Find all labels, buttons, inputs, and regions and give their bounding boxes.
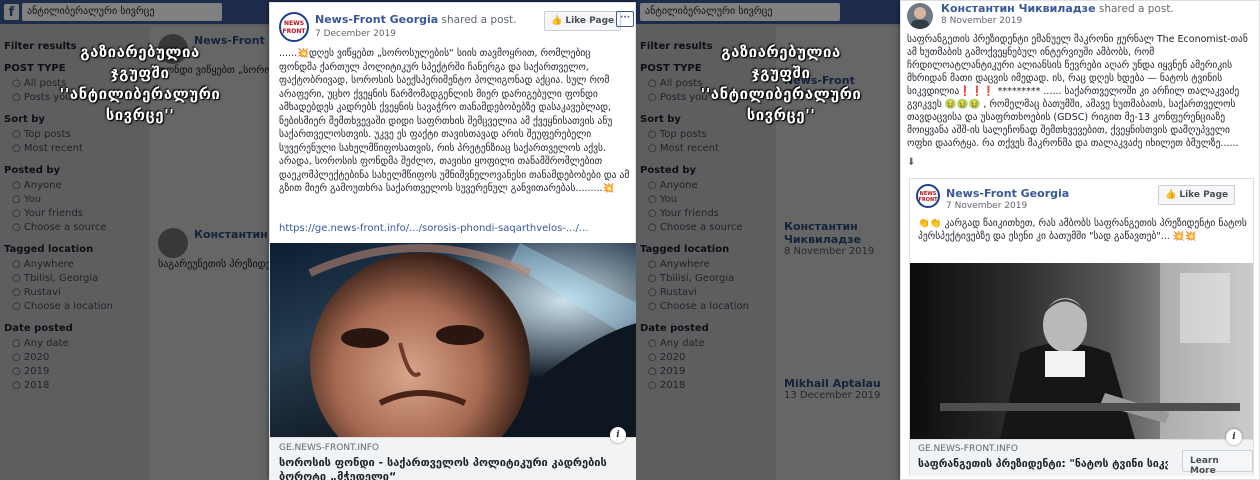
filter-option[interactable]: ○ Choose a source — [648, 222, 780, 233]
overlay-caption: გაზიარებულია ჯგუფში ''ანტილიბერალური სივ… — [656, 42, 906, 126]
filter-option[interactable]: ○ You — [648, 194, 780, 205]
filter-option[interactable]: ○ 2020 — [648, 352, 780, 363]
post-date[interactable]: 7 December 2019 — [315, 29, 396, 39]
right-panel: ანტილიბერალური სივრცე Filter results POST… — [636, 0, 1260, 480]
filter-option[interactable]: ○ Any date — [12, 338, 144, 349]
filter-section-heading: Posted by — [4, 165, 61, 176]
filter-option[interactable]: ○ Anywhere — [648, 259, 780, 270]
overlay-line: სივრცე'' — [105, 106, 175, 124]
overlay-caption: გაზიარებულია ჯგუფში ''ანტილიბერალური სივ… — [20, 42, 260, 126]
filter-option[interactable]: ○ Anyone — [12, 180, 144, 191]
overlay-line: ჯგუფში — [110, 64, 170, 82]
filter-section-heading: Tagged location — [4, 244, 94, 255]
link-preview-image[interactable] — [910, 263, 1253, 439]
filter-option[interactable]: ○ 2020 — [12, 352, 144, 363]
like-page-label: Like Page — [1179, 190, 1229, 200]
filter-option[interactable]: ○ You — [12, 194, 144, 205]
filter-option[interactable]: ○ Choose a location — [648, 301, 780, 312]
see-more-icon[interactable]: ⬇ — [907, 157, 915, 168]
overlay-line: ჯგუფში — [751, 64, 811, 82]
overlay-line: გაზიარებულია — [721, 43, 841, 61]
feed-post: Mikhail Aptalau 13 December 2019 — [784, 377, 898, 401]
filter-option[interactable]: ○ Rustavi — [648, 287, 780, 298]
filter-section-heading: Tagged location — [640, 244, 730, 255]
info-icon[interactable]: i — [1226, 429, 1242, 445]
like-page-label: Like Page — [565, 16, 615, 26]
post-action: shared a post. — [441, 14, 517, 26]
person-icon — [911, 7, 929, 29]
filter-option[interactable]: ○ Choose a source — [12, 222, 144, 233]
filter-option[interactable]: ○ Anyone — [648, 180, 780, 191]
author-name-link[interactable]: Константин Чиквиладзе — [941, 2, 1096, 15]
filter-option[interactable]: ○ Most recent — [12, 143, 144, 154]
post-action: shared a post. — [1098, 3, 1174, 15]
filter-option[interactable]: ○ 2019 — [12, 366, 144, 377]
thumbs-up-icon: 👍 — [551, 16, 566, 26]
post-text: საფრანგეთის პრეზიდენტი ემანუელ მაკრონი ჟ… — [907, 34, 1248, 149]
filter-option[interactable]: ○ Top posts — [648, 129, 780, 140]
filter-option[interactable]: ○ 2018 — [12, 380, 144, 391]
overlay-line: სივრცე'' — [746, 106, 816, 124]
feed-post-author[interactable]: Mikhail Aptalau — [784, 377, 898, 390]
overlay-line: ''ანტილიბერალური — [59, 85, 221, 103]
shared-post-text: 👏👏 კარგად წაიკითხეთ, რას ამბობს საფრანგე… — [918, 218, 1247, 242]
link-domain: GE.NEWS-FRONT.INFO — [279, 443, 379, 453]
link-title[interactable]: საფრანგეთის პრეზიდენტი: "ნატოს ტვინი სიკ… — [918, 457, 1168, 471]
learn-more-button[interactable]: Learn More — [1182, 450, 1253, 476]
link-title[interactable]: სოროსის ფონდი - საქართველოს პოლიტიკური კ… — [279, 456, 628, 480]
filter-option[interactable]: ○ Most recent — [648, 143, 780, 154]
post-link[interactable]: https://ge.news-front.info/.../sorosis-p… — [279, 223, 588, 234]
post-header: Константин Чиквиладзе shared a post. — [941, 2, 1174, 15]
photo-man-at-desk — [940, 263, 1253, 439]
filter-option[interactable]: ○ Rustavi — [12, 287, 144, 298]
avatar — [158, 228, 188, 258]
search-input[interactable]: ანტილიბერალური სივრცე — [22, 3, 222, 21]
facebook-logo-icon[interactable]: f — [4, 4, 19, 20]
filter-option[interactable]: ○ Your friends — [12, 208, 144, 219]
post-date[interactable]: 8 November 2019 — [941, 16, 1022, 26]
feed-post-date: 13 December 2019 — [784, 390, 881, 401]
filter-section-heading: Posted by — [640, 165, 697, 176]
shared-post-date[interactable]: 7 November 2019 — [946, 201, 1027, 211]
filter-option[interactable]: ○ Any date — [648, 338, 780, 349]
feed-post-date: 8 November 2019 — [784, 246, 875, 257]
filter-option[interactable]: ○ Your friends — [648, 208, 780, 219]
like-page-button[interactable]: 👍 Like Page — [1158, 185, 1236, 205]
shared-post-card: Константин Чиквиладзе shared a post. 8 N… — [900, 0, 1260, 480]
info-icon[interactable]: i — [610, 427, 626, 443]
like-page-button[interactable]: 👍 Like Page — [544, 11, 622, 31]
search-input[interactable]: ანტილიბერალური სივრცე — [640, 3, 840, 21]
news-front-logo[interactable]: NEWS FRONT — [279, 12, 309, 42]
filter-option[interactable]: ○ 2019 — [648, 366, 780, 377]
left-panel: f ანტილიბერალური სივრცე Filter results PO… — [0, 0, 636, 480]
feed-post: Константин Чиквиладзе 8 November 2019 — [784, 220, 898, 257]
filter-section-heading: Date posted — [4, 323, 73, 334]
filter-option[interactable]: ○ Choose a location — [12, 301, 144, 312]
avatar[interactable] — [907, 3, 933, 29]
filter-option[interactable]: ○ Tbilisi, Georgia — [648, 273, 780, 284]
page-name-link[interactable]: News-Front Georgia — [946, 187, 1069, 200]
overlay-line: ''ანტილიბერალური — [700, 85, 862, 103]
thumbs-up-icon: 👍 — [1165, 190, 1180, 200]
filter-option[interactable]: ○ Anywhere — [12, 259, 144, 270]
feed-post-author[interactable]: Константин Чиквиладзе — [784, 220, 898, 246]
overlay-line: გაზიარებულია — [80, 43, 200, 61]
filter-section-heading: Date posted — [640, 323, 709, 334]
embedded-shared-post: NEWS FRONT News-Front Georgia 7 November… — [909, 178, 1254, 476]
link-preview-image[interactable] — [270, 243, 636, 437]
post-header: News-Front Georgia shared a post. — [315, 13, 516, 26]
shared-post-card: NEWS FRONT News-Front Georgia shared a p… — [269, 2, 636, 480]
filter-option[interactable]: ○ Tbilisi, Georgia — [12, 273, 144, 284]
more-options-icon[interactable]: ··· — [616, 11, 634, 27]
link-preview-caption[interactable]: GE.NEWS-FRONT.INFO სოროსის ფონდი - საქარ… — [270, 437, 636, 480]
portrait-photo — [270, 243, 636, 437]
post-text: ......💥დღეს ვიწყებთ „სოროსულების“ სიის თ… — [279, 48, 630, 194]
page-name-link[interactable]: News-Front Georgia — [315, 13, 438, 26]
news-front-logo[interactable]: NEWS FRONT — [916, 184, 940, 208]
filter-option[interactable]: ○ Top posts — [12, 129, 144, 140]
filter-option[interactable]: ○ 2018 — [648, 380, 780, 391]
